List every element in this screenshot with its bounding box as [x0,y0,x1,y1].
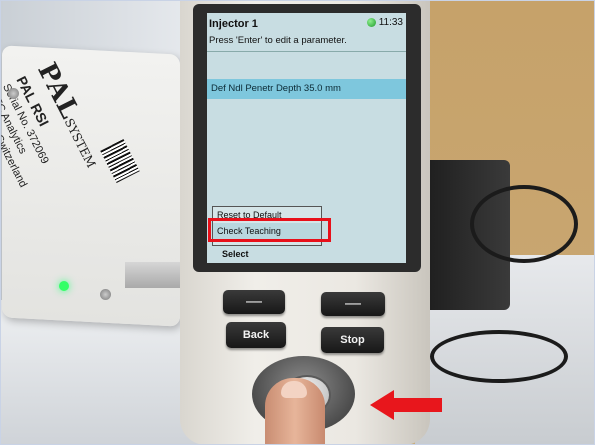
stop-button[interactable]: Stop [321,327,384,353]
photo: PALSYSTEM PAL RSI Serial No. 372069 CTC … [0,0,595,445]
left-softkey[interactable]: — [223,290,285,314]
screen-title: Injector 1 [209,18,258,30]
red-arrow-shaft [392,398,442,412]
connection-status-icon [366,18,376,27]
back-button[interactable]: Back [226,322,286,348]
status-led [59,281,69,291]
red-arrow-icon [370,390,394,420]
status-area: 11:33 [366,17,403,28]
screw [8,88,19,99]
instruction-text: Press 'Enter' to edit a parameter. [209,35,347,46]
screw [100,289,111,300]
cable [430,330,568,383]
clock: 11:33 [378,17,403,28]
fingernail [281,381,307,398]
right-softkey[interactable]: — [321,292,385,316]
cable [470,185,578,263]
softkey-label: Select [222,249,249,259]
parameter-row[interactable]: Def Ndl Penetr Depth 35.0 mm [207,79,406,99]
divider [207,51,406,52]
highlight-box [208,218,331,242]
